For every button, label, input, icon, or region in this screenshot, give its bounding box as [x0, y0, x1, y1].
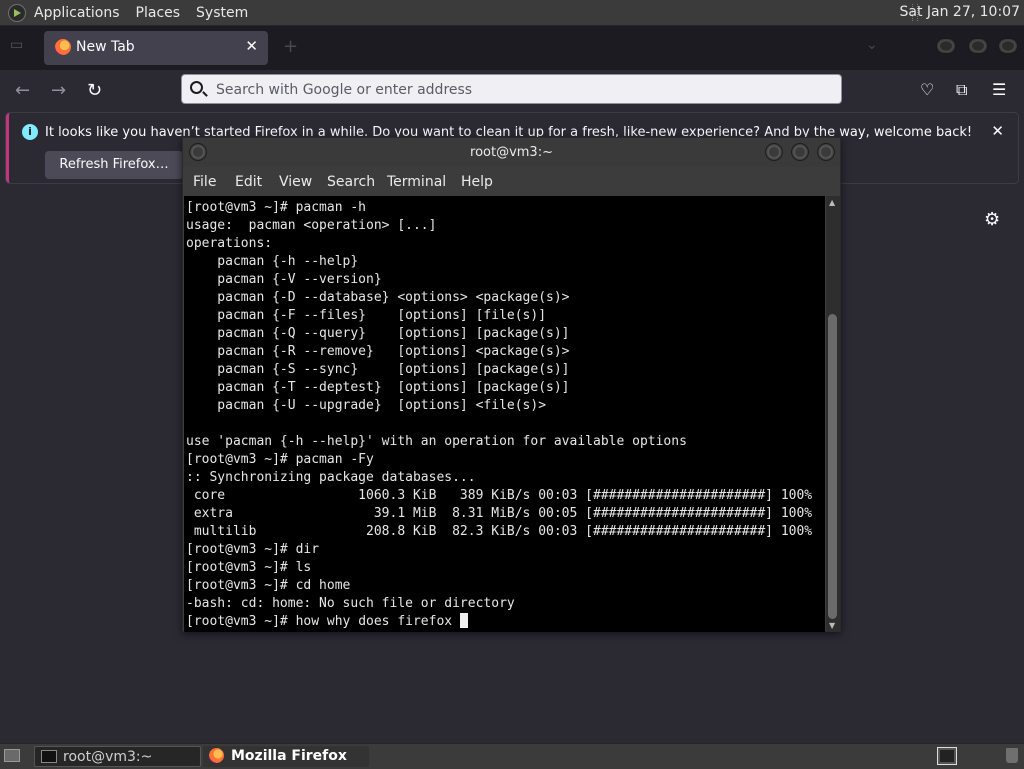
tab-title: New Tab	[76, 39, 135, 55]
terminal-line: pacman {-F --files} [options] [file(s)]	[217, 308, 547, 323]
new-tab-button[interactable]: +	[283, 36, 298, 57]
firefox-view-icon[interactable]: ▭	[10, 37, 28, 53]
info-icon: i	[22, 124, 38, 140]
terminal-window[interactable]: root@vm3:~ File Edit View Search Termina…	[182, 137, 841, 632]
scroll-up-arrow-icon[interactable]: ▲	[829, 198, 835, 207]
terminal-line: :: Synchronizing package databases...	[186, 470, 476, 485]
terminal-current-input[interactable]: how why does firefox	[296, 614, 460, 629]
terminal-line: pacman {-D --database} <options> <packag…	[217, 290, 570, 305]
terminal-line: pacman {-R --remove} [options] <package(…	[217, 344, 570, 359]
scrollbar-thumb[interactable]	[828, 314, 837, 619]
url-input[interactable]	[214, 79, 818, 101]
terminal-line: pacman {-T --deptest} [options] [package…	[217, 380, 570, 395]
clock[interactable]: Sat Jan 27, 10:07	[900, 4, 1021, 20]
maximize-window-button[interactable]	[968, 38, 988, 54]
terminal-title: root@vm3:~	[470, 145, 553, 160]
refresh-firefox-button[interactable]: Refresh Firefox…	[45, 151, 183, 179]
scroll-down-arrow-icon[interactable]: ▼	[829, 621, 835, 630]
terminal-close-button[interactable]	[817, 143, 835, 161]
terminal-line: pacman {-S --sync} [options] [package(s)…	[217, 362, 570, 377]
back-arrow-icon[interactable]: ←	[15, 80, 30, 101]
reload-icon[interactable]: ↻	[87, 80, 102, 101]
bottom-panel: root@vm3:~ Mozilla Firefox	[0, 743, 1024, 769]
terminal-line: pacman {-h --help}	[217, 254, 359, 269]
menu-icon[interactable]: ☰	[992, 80, 1006, 99]
menu-help[interactable]: Help	[461, 174, 493, 190]
search-icon	[190, 81, 203, 94]
system-menu[interactable]: System	[196, 5, 248, 21]
show-desktop-icon[interactable]	[4, 749, 20, 762]
taskbar-item-terminal[interactable]: root@vm3:~	[34, 746, 201, 767]
menu-search[interactable]: Search	[327, 174, 375, 190]
menu-view[interactable]: View	[279, 174, 312, 190]
taskbar-item-firefox[interactable]: Mozilla Firefox	[203, 746, 369, 767]
menu-edit[interactable]: Edit	[235, 174, 262, 190]
terminal-line: pacman {-U --upgrade} [options] <file(s)…	[217, 398, 547, 413]
firefox-icon	[209, 748, 224, 763]
tab-close-icon[interactable]: ✕	[245, 37, 258, 55]
firefox-favicon-icon	[55, 39, 71, 55]
pocket-icon[interactable]: ♡	[920, 80, 934, 99]
gear-icon[interactable]: ⚙	[984, 209, 1000, 230]
terminal-output[interactable]: [root@vm3 ~]# pacman -h usage: pacman <o…	[184, 196, 825, 632]
main-menu-logo-icon[interactable]	[8, 3, 26, 22]
menu-terminal[interactable]: Terminal	[387, 174, 446, 190]
tab-new-tab[interactable]: New Tab ✕	[44, 31, 268, 65]
terminal-line: [root@vm3 ~]# pacman -h	[186, 200, 367, 215]
terminal-line: pacman {-V --version}	[217, 272, 382, 287]
list-all-tabs-icon[interactable]: ⌄	[866, 37, 878, 53]
terminal-line: [root@vm3 ~]# pacman -Fy	[186, 452, 374, 467]
minimize-window-button[interactable]	[936, 38, 956, 54]
forward-arrow-icon[interactable]: →	[51, 80, 66, 101]
taskbar-item-label: Mozilla Firefox	[231, 748, 347, 764]
terminal-line: pacman {-Q --query} [options] [package(s…	[217, 326, 570, 341]
places-menu[interactable]: Places	[136, 5, 181, 21]
terminal-line: operations:	[186, 236, 273, 251]
terminal-maximize-button[interactable]	[791, 143, 809, 161]
terminal-line: [root@vm3 ~]# ls	[186, 560, 312, 575]
terminal-line: multilib 208.8 KiB 82.3 KiB/s 00:03 [###…	[193, 524, 813, 539]
terminal-line: usage: pacman <operation> [...]	[186, 218, 437, 233]
terminal-menubar: File Edit View Search Terminal Help	[183, 168, 840, 196]
trash-icon[interactable]	[1006, 748, 1018, 763]
terminal-line: [root@vm3 ~]# cd home	[186, 578, 351, 593]
terminal-line: extra 39.1 MiB 8.31 MiB/s 00:05 [#######…	[193, 506, 813, 521]
menu-file[interactable]: File	[193, 174, 216, 190]
terminal-prompt: [root@vm3 ~]#	[186, 614, 296, 629]
applications-menu[interactable]: Applications	[34, 5, 120, 21]
notification-close-icon[interactable]: ✕	[991, 122, 1004, 140]
top-panel: Applications Places System Sat Jan 27, 1…	[0, 0, 1024, 26]
close-window-button[interactable]	[998, 38, 1018, 54]
terminal-minimize-button[interactable]	[765, 143, 783, 161]
terminal-scrollbar[interactable]: ▲ ▼	[826, 196, 840, 632]
terminal-history: [root@vm3 ~]# pacman -h usage: pacman <o…	[186, 200, 812, 611]
workspace-switcher[interactable]	[937, 747, 957, 765]
taskbar-item-label: root@vm3:~	[63, 749, 153, 765]
address-bar[interactable]	[181, 74, 842, 104]
terminal-line: [root@vm3 ~]# dir	[186, 542, 320, 557]
text-cursor	[459, 613, 468, 628]
terminal-line: use 'pacman {-h --help}' with an operati…	[186, 434, 687, 449]
extensions-icon[interactable]: ⧉	[956, 80, 967, 100]
terminal-titlebar[interactable]: root@vm3:~	[183, 138, 840, 167]
terminal-icon	[41, 750, 57, 763]
terminal-line: -bash: cd: home: No such file or directo…	[186, 596, 515, 611]
terminal-line: core 1060.3 KiB 389 KiB/s 00:03 [#######…	[193, 488, 813, 503]
